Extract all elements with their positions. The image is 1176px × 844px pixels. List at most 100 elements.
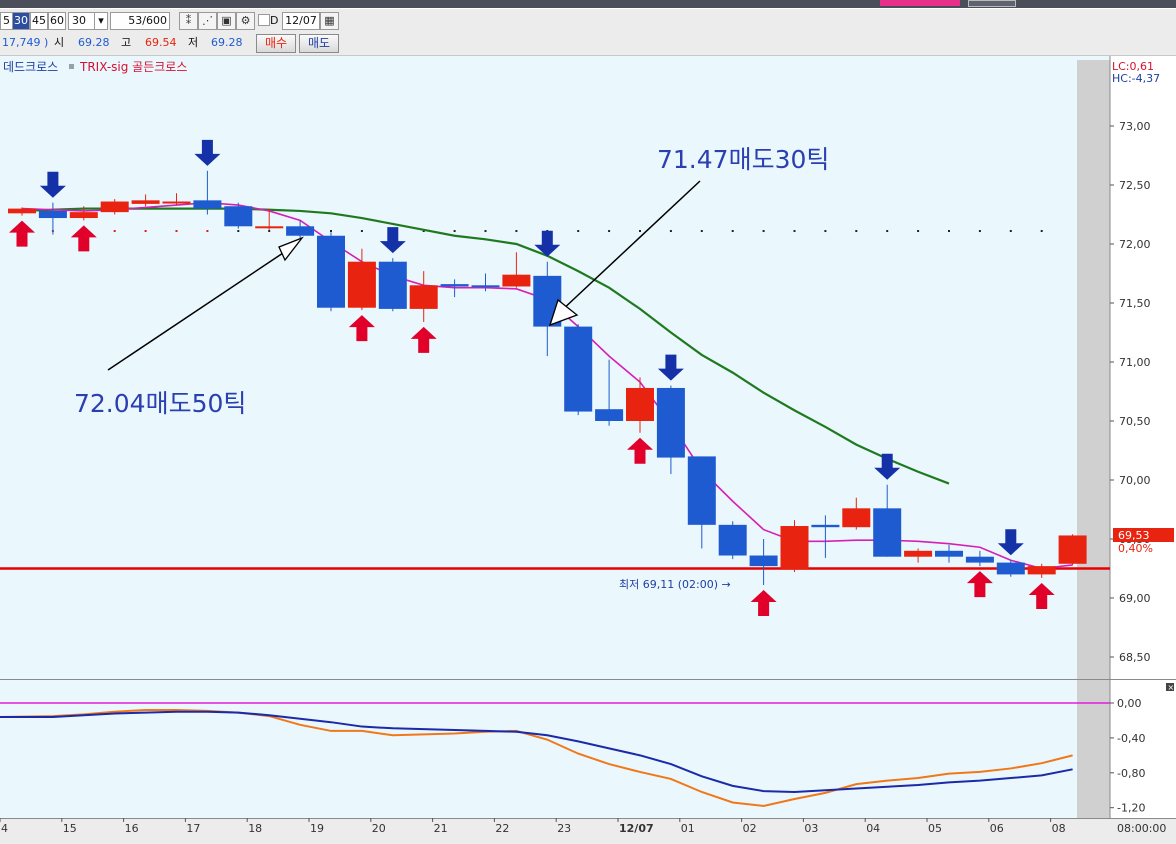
candle-body xyxy=(409,285,438,309)
legend-separator-icon xyxy=(69,64,74,69)
candle-body xyxy=(317,235,345,308)
cross-dot xyxy=(1040,230,1043,233)
candle-body xyxy=(595,409,624,421)
calendar-icon[interactable]: ▦ xyxy=(320,12,339,30)
open-value: 69.28 xyxy=(78,36,110,49)
low-value: 69.28 xyxy=(211,36,243,49)
price-plot-area xyxy=(0,56,1110,680)
candle-tool-icon[interactable]: ⁑ xyxy=(179,12,198,30)
candle-body xyxy=(1027,566,1056,575)
candle-body xyxy=(162,201,191,204)
candle-body xyxy=(255,226,284,229)
candle-body xyxy=(193,200,222,209)
cross-dot xyxy=(917,230,920,233)
candle-body xyxy=(996,562,1025,575)
candle-body xyxy=(564,326,593,412)
trix-right-margin xyxy=(1077,680,1110,818)
x-tick-label: 22 xyxy=(495,822,509,835)
candle-body xyxy=(780,526,809,570)
candle-body xyxy=(656,387,685,458)
period-input[interactable]: 30 xyxy=(68,12,97,30)
annotation-sell-30: 71.47매도30틱 xyxy=(657,145,829,174)
candle-body xyxy=(626,387,654,421)
title-bar-field[interactable] xyxy=(968,0,1016,7)
candle-body xyxy=(904,550,933,557)
x-tick-label: 16 xyxy=(125,822,139,835)
cross-dot xyxy=(330,230,332,233)
x-tick-label: 02 xyxy=(743,822,757,835)
trix-y-tick-label: -0,40 xyxy=(1117,732,1145,745)
price-tag-value: 69,53 xyxy=(1118,529,1150,542)
date-checkbox-label: D xyxy=(270,14,279,27)
trix-plot-area xyxy=(0,680,1110,818)
cross-dot xyxy=(824,230,827,233)
y-tick-label: 68,50 xyxy=(1119,651,1151,664)
y-tick-label: 71,00 xyxy=(1119,356,1151,369)
x-tick-label: 19 xyxy=(310,822,324,835)
date-field[interactable]: 12/07 xyxy=(282,12,320,30)
cross-dot xyxy=(948,230,950,233)
x-axis-end-label: 08:00:00 xyxy=(1117,822,1166,835)
title-bar xyxy=(0,0,1176,8)
x-tick-label: 17 xyxy=(186,822,200,835)
x-tick-label: 4 xyxy=(1,822,8,835)
cross-dot xyxy=(793,230,796,233)
x-tick-label: 20 xyxy=(372,822,386,835)
price-tag-change: 0,40% xyxy=(1118,542,1153,555)
cross-dot xyxy=(639,230,641,233)
trix-y-tick-label: -0,80 xyxy=(1117,767,1145,780)
chart-toolbar: 5 30 45 60 30 ▾ 53/600 ⁑ ⋰ ▣ ⚙ D 12/07 ▦… xyxy=(0,9,1176,56)
candle-body xyxy=(286,226,315,236)
chevron-down-icon: ▾ xyxy=(98,14,104,27)
cross-dot xyxy=(669,230,672,233)
candle-body xyxy=(440,284,469,287)
period-45[interactable]: 45 xyxy=(30,12,48,30)
candle-body xyxy=(131,200,160,204)
x-tick-label: 05 xyxy=(928,822,942,835)
high-label: 고 xyxy=(121,36,132,49)
cross-dot xyxy=(1009,230,1012,233)
title-bar-badge xyxy=(880,0,960,6)
x-tick-label: 12/07 xyxy=(619,822,654,835)
high-value: 69.54 xyxy=(145,36,177,49)
buy-button[interactable]: 매수 xyxy=(256,34,296,53)
cross-dot xyxy=(515,230,518,233)
period-dropdown[interactable]: ▾ xyxy=(94,12,108,30)
period-60[interactable]: 60 xyxy=(48,12,66,30)
candle-body xyxy=(842,508,871,528)
x-tick-label: 06 xyxy=(990,822,1004,835)
legend-trix: TRIX-sig 골든크로스 xyxy=(79,60,187,74)
sell-button[interactable]: 매도 xyxy=(299,34,339,53)
candle-body xyxy=(471,285,500,288)
y-tick-label: 72,50 xyxy=(1119,179,1151,192)
cross-dot xyxy=(206,230,209,233)
cross-dot xyxy=(175,230,178,233)
x-tick-label: 04 xyxy=(866,822,880,835)
candle-body xyxy=(100,201,129,213)
close-pane-glyph: × xyxy=(1168,683,1175,692)
cross-dot xyxy=(700,230,703,233)
cross-dot xyxy=(144,230,147,233)
cross-dot xyxy=(577,230,580,233)
x-tick-label: 01 xyxy=(681,822,695,835)
price-chart[interactable]: 73,0072,5072,0071,5071,0070,5070,0069,50… xyxy=(0,56,1176,844)
cross-dot xyxy=(762,230,765,233)
candle-body xyxy=(224,206,253,227)
candle-body xyxy=(378,261,407,309)
y-tick-label: 70,00 xyxy=(1119,474,1151,487)
cross-dot xyxy=(855,230,858,233)
gear-icon[interactable]: ⚙ xyxy=(236,12,255,30)
candle-body xyxy=(749,555,778,567)
low-label: 저 xyxy=(188,36,199,49)
save-icon[interactable]: ▣ xyxy=(217,12,236,30)
candle-body xyxy=(965,556,994,563)
x-tick-label: 08 xyxy=(1052,822,1066,835)
candle-body xyxy=(69,212,98,219)
count-field[interactable]: 53/600 xyxy=(110,12,170,30)
candle-body xyxy=(935,550,963,557)
x-tick-label: 15 xyxy=(63,822,77,835)
date-checkbox[interactable] xyxy=(258,14,270,26)
period-30[interactable]: 30 xyxy=(12,12,30,30)
draw-tool-icon[interactable]: ⋰ xyxy=(198,12,217,30)
y-tick-label: 73,00 xyxy=(1119,120,1151,133)
